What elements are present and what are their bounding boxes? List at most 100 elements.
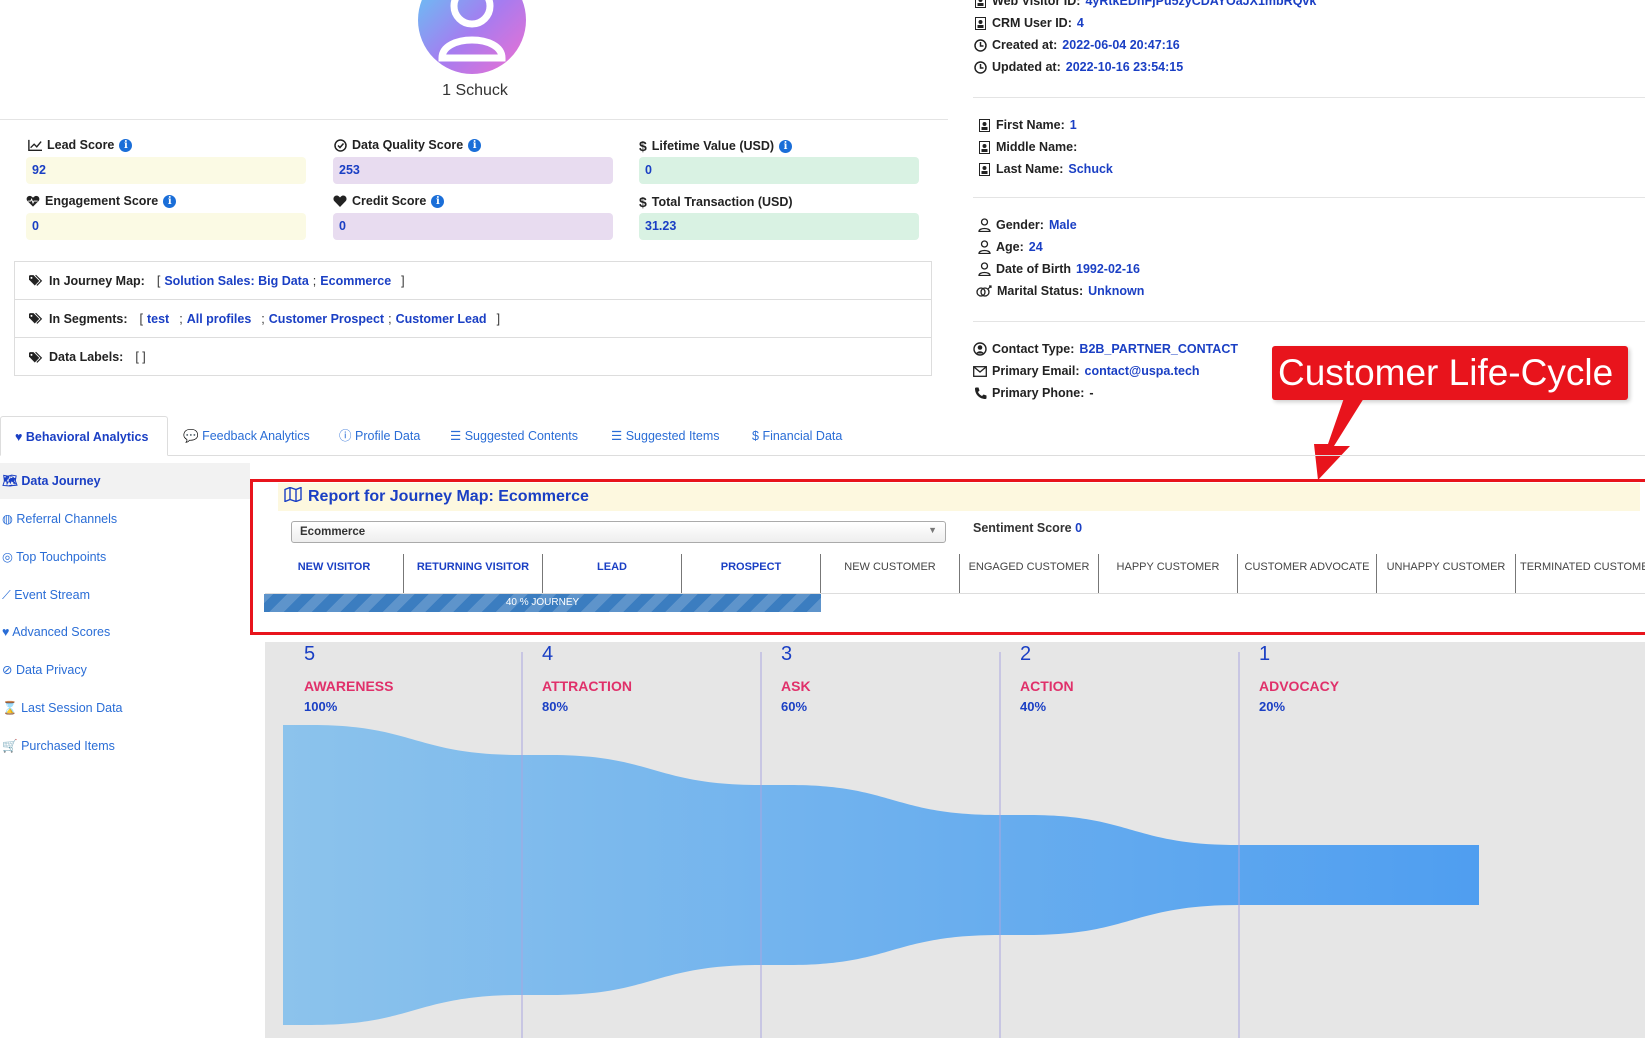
map-icon bbox=[284, 486, 302, 507]
segment-link[interactable]: All profiles bbox=[187, 312, 252, 326]
tab-behavioral-analytics[interactable]: ♥ Behavioral Analytics bbox=[0, 416, 168, 456]
sidebar-item-purchased-items[interactable]: 🛒 Purchased Items bbox=[0, 728, 250, 764]
funnel-step-number: 3 bbox=[781, 643, 793, 665]
primary-phone: Primary Phone: - bbox=[973, 386, 1094, 400]
tags-icon bbox=[29, 274, 43, 288]
journey-progress-bar: 40 % JOURNEY bbox=[264, 594, 821, 612]
clock-icon bbox=[973, 60, 987, 74]
user-icon bbox=[438, 0, 506, 62]
dollar-icon: $ bbox=[752, 429, 759, 443]
envelope-icon bbox=[973, 364, 987, 378]
stage-engaged-customer[interactable]: ENGAGED CUSTOMER bbox=[960, 554, 1099, 594]
journey-link[interactable]: Ecommerce bbox=[320, 274, 391, 288]
journey-link[interactable]: Solution Sales: Big Data bbox=[164, 274, 308, 288]
stage-happy-customer[interactable]: HAPPY CUSTOMER bbox=[1099, 554, 1238, 594]
tab-feedback-analytics[interactable]: 💬 Feedback Analytics bbox=[183, 416, 310, 456]
engagement-score-label: Engagement Score i bbox=[26, 194, 177, 208]
data-labels-row: Data Labels: [ ] bbox=[15, 338, 931, 376]
updated-at: Updated at: 2022-10-16 23:54:15 bbox=[973, 60, 1183, 74]
dollar-icon: $ bbox=[639, 138, 647, 154]
list-icon: ☰ bbox=[450, 429, 462, 443]
email-link[interactable]: contact@uspa.tech bbox=[1085, 364, 1200, 378]
crm-user-id: CRM User ID: 4 bbox=[973, 16, 1084, 30]
info-icon: ⓘ bbox=[339, 429, 352, 443]
check-circle-icon: ⊘ bbox=[2, 663, 13, 677]
report-title: Report for Journey Map: Ecommerce bbox=[278, 483, 1640, 511]
info-icon[interactable]: i bbox=[119, 138, 133, 152]
funnel-step-number: 2 bbox=[1020, 643, 1032, 665]
engagement-score-value: 0 bbox=[26, 213, 306, 240]
journey-map-select[interactable]: Ecommerce ▼ bbox=[291, 521, 946, 543]
stage-returning-visitor[interactable]: RETURNING VISITOR bbox=[404, 554, 543, 594]
age: Age: 24 bbox=[977, 240, 1043, 254]
divider bbox=[973, 97, 1645, 98]
cart-icon: 🛒 bbox=[2, 739, 18, 753]
avatar bbox=[418, 0, 526, 74]
info-icon[interactable]: i bbox=[163, 194, 177, 208]
web-visitor-value[interactable]: 4yRtkEDnFjPu5zyCDAYOaJX1mbRQvk bbox=[1085, 0, 1316, 8]
hourglass-icon: ⌛ bbox=[2, 701, 18, 715]
total-transaction-label: $ Total Transaction (USD) bbox=[639, 194, 793, 210]
heart-icon bbox=[333, 194, 347, 208]
map-icon: 🗺 bbox=[2, 474, 18, 488]
chevron-down-icon: ▼ bbox=[928, 525, 937, 535]
sidebar-item-last-session-data[interactable]: ⌛ Last Session Data bbox=[0, 690, 250, 726]
funnel-step-label: AWARENESS bbox=[304, 678, 394, 694]
segment-link[interactable]: test bbox=[147, 312, 169, 326]
stage-unhappy-customer[interactable]: UNHAPPY CUSTOMER bbox=[1377, 554, 1516, 594]
total-transaction-value: 31.23 bbox=[639, 213, 919, 240]
funnel-svg bbox=[283, 652, 1479, 1038]
info-icon[interactable]: i bbox=[468, 138, 482, 152]
web-visitor-id: Web Visitor ID: 4yRtkEDnFjPu5zyCDAYOaJX1… bbox=[973, 0, 1316, 8]
id-card-icon bbox=[973, 16, 987, 30]
funnel-step-percent: 60% bbox=[781, 699, 808, 714]
divider bbox=[0, 119, 948, 120]
stage-lead[interactable]: LEAD bbox=[543, 554, 682, 594]
gender-symbol-icon bbox=[975, 284, 992, 298]
comment-icon: 💬 bbox=[183, 429, 199, 443]
segment-link[interactable]: Customer Lead bbox=[396, 312, 487, 326]
sidebar-item-event-stream[interactable]: ⟋ Event Stream bbox=[0, 577, 250, 613]
sidebar-item-referral-channels[interactable]: ◍ Referral Channels bbox=[0, 501, 250, 537]
check-circle-icon bbox=[333, 138, 347, 152]
stage-terminated-customer[interactable]: TERMINATED CUSTOMER bbox=[1516, 554, 1645, 594]
id-card-icon bbox=[973, 0, 987, 8]
globe-icon: ◍ bbox=[2, 512, 13, 526]
funnel-step-percent: 80% bbox=[542, 699, 569, 714]
phone-icon bbox=[973, 386, 987, 400]
tab-profile-data[interactable]: ⓘ Profile Data bbox=[339, 416, 420, 456]
heartbeat-icon bbox=[26, 194, 40, 208]
clock-icon bbox=[973, 38, 987, 52]
funnel-chart bbox=[265, 642, 1645, 1038]
segment-link[interactable]: Customer Prospect bbox=[269, 312, 384, 326]
stage-new-visitor[interactable]: NEW VISITOR bbox=[265, 554, 404, 594]
sidebar-item-advanced-scores[interactable]: ♥ Advanced Scores bbox=[0, 614, 250, 650]
list-icon: ☰ bbox=[611, 429, 623, 443]
stage-customer-advocate[interactable]: CUSTOMER ADVOCATE bbox=[1238, 554, 1377, 594]
tab-suggested-contents[interactable]: ☰ Suggested Contents bbox=[450, 416, 578, 456]
profile-name: 1 Schuck bbox=[442, 82, 508, 99]
id-card-icon bbox=[977, 118, 991, 132]
primary-email: Primary Email: contact@uspa.tech bbox=[973, 364, 1200, 378]
sidebar-item-top-touchpoints[interactable]: ◎ Top Touchpoints bbox=[0, 539, 250, 575]
sentiment-score: Sentiment Score 0 bbox=[973, 521, 1083, 535]
sidebar-item-data-journey[interactable]: 🗺 Data Journey bbox=[0, 463, 250, 499]
profile-tabs: ♥ Behavioral Analytics 💬 Feedback Analyt… bbox=[0, 416, 1645, 456]
journey-map-row: In Journey Map: [ Solution Sales: Big Da… bbox=[15, 262, 931, 300]
id-card-icon bbox=[977, 140, 991, 154]
heartbeat-icon: ♥ bbox=[2, 625, 10, 639]
tab-suggested-items[interactable]: ☰ Suggested Items bbox=[611, 416, 720, 456]
funnel-step-number: 5 bbox=[304, 643, 316, 665]
created-at: Created at: 2022-06-04 20:47:16 bbox=[973, 38, 1180, 52]
lifetime-value-value: 0 bbox=[639, 157, 919, 184]
stage-new-customer[interactable]: NEW CUSTOMER bbox=[821, 554, 960, 594]
info-icon[interactable]: i bbox=[431, 194, 445, 208]
tab-financial-data[interactable]: $ Financial Data bbox=[752, 416, 842, 456]
dollar-icon: $ bbox=[639, 194, 647, 210]
data-quality-score-label: Data Quality Score i bbox=[333, 138, 482, 152]
stage-prospect[interactable]: PROSPECT bbox=[682, 554, 821, 594]
sidebar-item-data-privacy[interactable]: ⊘ Data Privacy bbox=[0, 652, 250, 688]
lead-score-value: 92 bbox=[26, 157, 306, 184]
funnel-step-percent: 100% bbox=[304, 699, 338, 714]
info-icon[interactable]: i bbox=[779, 139, 793, 153]
